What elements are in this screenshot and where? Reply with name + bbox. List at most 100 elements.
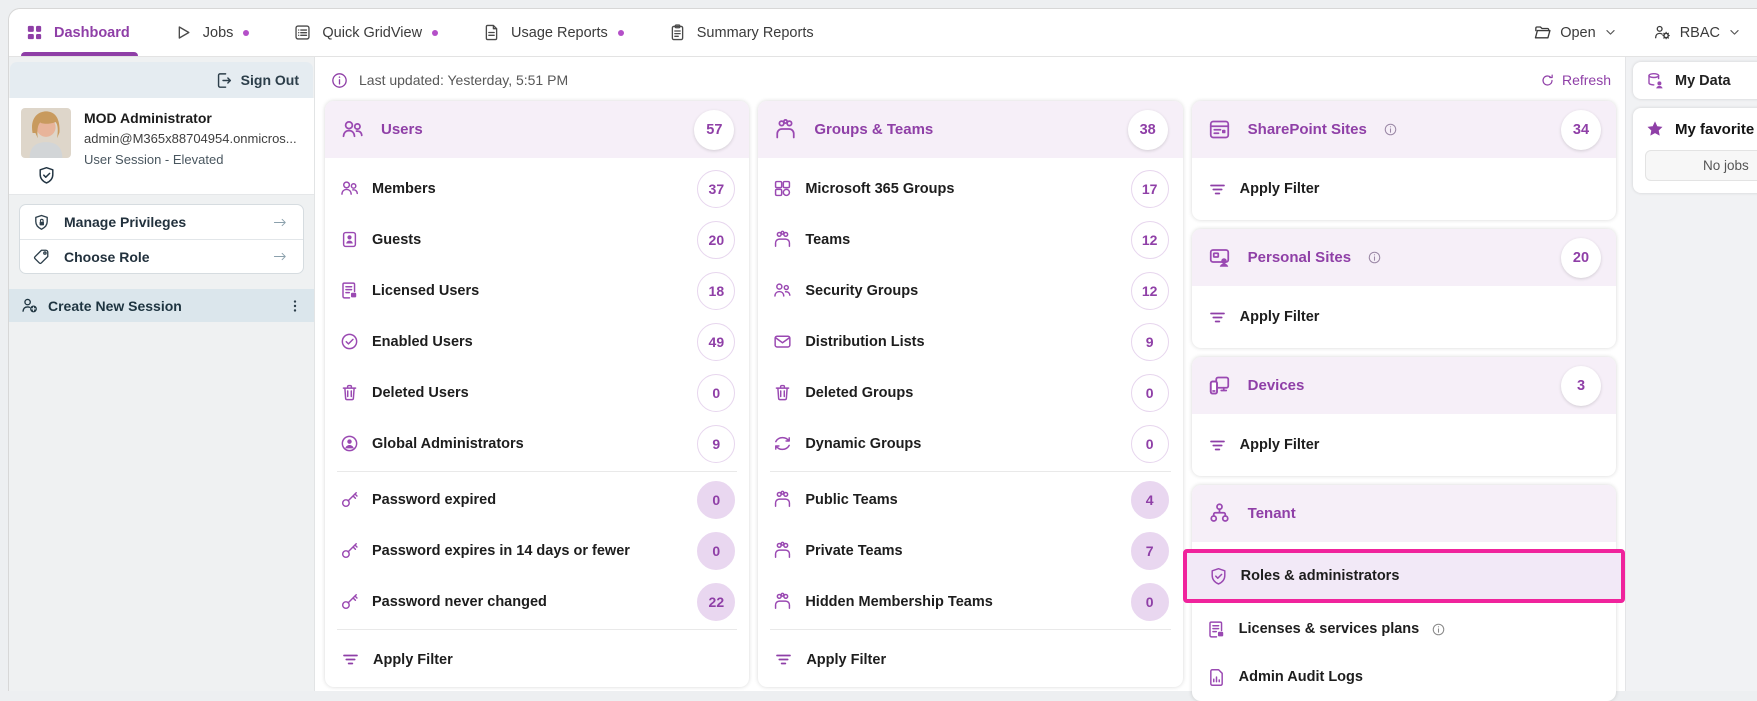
chevron-down-icon xyxy=(1604,26,1617,39)
metric-row-guests[interactable]: Guests 20 xyxy=(325,214,749,265)
metric-row-teams[interactable]: Teams 12 xyxy=(758,214,1182,265)
metric-count-badge: 22 xyxy=(697,583,735,621)
metric-label: Enabled Users xyxy=(372,334,473,350)
dashboard-main: Last updated: Yesterday, 5:51 PM Refresh… xyxy=(315,57,1625,691)
user-session-status: User Session - Elevated xyxy=(84,152,297,167)
groups-apply-filter-button[interactable]: Apply Filter xyxy=(758,632,1182,687)
metric-row-private-teams[interactable]: Private Teams 7 xyxy=(758,525,1182,576)
metric-row-password-never-changed[interactable]: Password never changed 22 xyxy=(325,576,749,627)
metric-row-deleted-groups[interactable]: Deleted Groups 0 xyxy=(758,367,1182,418)
user-name: MOD Administrator xyxy=(84,108,297,126)
license-icon xyxy=(1206,619,1227,640)
metric-count-badge: 7 xyxy=(1131,532,1169,570)
open-menu-button[interactable]: Open xyxy=(1533,23,1616,42)
metric-row-distribution-lists[interactable]: Distribution Lists 9 xyxy=(758,316,1182,367)
divider xyxy=(770,471,1170,472)
sharepoint-icon xyxy=(1207,117,1232,142)
metric-row-enabled-users[interactable]: Enabled Users 49 xyxy=(325,316,749,367)
app-window: Dashboard Jobs Quick GridView Usage Repo… xyxy=(8,8,1757,691)
filter-icon xyxy=(1207,179,1228,200)
metric-row-password-expired[interactable]: Password expired 0 xyxy=(325,474,749,525)
devices-card-header[interactable]: Devices 3 xyxy=(1192,357,1616,414)
tab-quick-gridview[interactable]: Quick GridView xyxy=(293,9,438,56)
tab-summary-reports[interactable]: Summary Reports xyxy=(668,9,814,56)
groups-card-header[interactable]: Groups & Teams 38 xyxy=(758,101,1182,158)
create-new-session-button[interactable]: Create New Session xyxy=(9,289,314,322)
sharepoint-card-header[interactable]: SharePoint Sites 34 xyxy=(1192,101,1616,158)
devices-card: Devices 3 Apply Filter xyxy=(1192,357,1616,476)
tenant-row-licenses-services-plans[interactable]: Licenses & services plans xyxy=(1192,605,1616,653)
manage-privileges-button[interactable]: Manage Privileges xyxy=(20,205,303,239)
jobs-panel: My Data My favorite Jobs No jobs xyxy=(1625,57,1757,691)
tenant-row-admin-audit-logs[interactable]: Admin Audit Logs xyxy=(1192,653,1616,701)
metric-label: Distribution Lists xyxy=(805,334,924,350)
sharepoint-sites-card: SharePoint Sites 34 Apply Filter xyxy=(1192,101,1616,220)
people-icon xyxy=(339,178,360,199)
sign-out-button[interactable]: Sign Out xyxy=(10,62,313,98)
metric-row-password-expires-soon[interactable]: Password expires in 14 days or fewer 0 xyxy=(325,525,749,576)
card-columns: Users 57 Members 37 Guests xyxy=(325,98,1616,691)
divider xyxy=(337,629,737,630)
users-rows: Members 37 Guests 20 Licensed Users xyxy=(325,158,749,687)
tab-usage-reports[interactable]: Usage Reports xyxy=(482,9,624,56)
card-title: Groups & Teams xyxy=(814,121,933,138)
metric-count-badge: 18 xyxy=(697,272,735,310)
personal-sites-card-header[interactable]: Personal Sites 20 xyxy=(1192,229,1616,286)
metric-label: Password expires in 14 days or fewer xyxy=(372,543,630,559)
metric-count-badge: 20 xyxy=(697,221,735,259)
play-icon xyxy=(174,23,193,42)
apply-filter-label: Apply Filter xyxy=(1240,309,1320,325)
metric-row-hidden-membership-teams[interactable]: Hidden Membership Teams 0 xyxy=(758,576,1182,627)
users-apply-filter-button[interactable]: Apply Filter xyxy=(325,632,749,687)
users-card-header[interactable]: Users 57 xyxy=(325,101,749,158)
tab-jobs[interactable]: Jobs xyxy=(174,9,250,56)
tenant-row-roles-administrators[interactable]: Roles & administrators xyxy=(1187,553,1621,599)
divider xyxy=(770,629,1170,630)
metric-label: Deleted Users xyxy=(372,385,469,401)
sharepoint-apply-filter-button[interactable]: Apply Filter xyxy=(1192,158,1616,220)
notification-dot xyxy=(432,30,438,36)
rbac-label: RBAC xyxy=(1680,25,1720,41)
rbac-menu-button[interactable]: RBAC xyxy=(1653,23,1741,42)
content-area: Sign Out MOD Administrator xyxy=(9,57,1757,691)
teams-icon xyxy=(772,591,793,612)
check-circle-icon xyxy=(339,331,360,352)
metric-label: Private Teams xyxy=(805,543,902,559)
key-icon xyxy=(339,591,360,612)
my-data-button[interactable]: My Data xyxy=(1633,62,1757,99)
info-icon xyxy=(1431,622,1446,637)
teams-icon xyxy=(772,489,793,510)
metric-count-badge: 49 xyxy=(697,323,735,361)
person-add-icon xyxy=(20,296,39,315)
metric-row-security-groups[interactable]: Security Groups 12 xyxy=(758,265,1182,316)
metric-row-m365-groups[interactable]: Microsoft 365 Groups 17 xyxy=(758,163,1182,214)
metric-row-global-administrators[interactable]: Global Administrators 9 xyxy=(325,418,749,469)
metric-row-deleted-users[interactable]: Deleted Users 0 xyxy=(325,367,749,418)
metric-label: Teams xyxy=(805,232,850,248)
favorite-jobs-label: My favorite Jobs xyxy=(1675,121,1757,138)
groups-card: Groups & Teams 38 Microsoft 365 Groups 1… xyxy=(758,101,1182,687)
count-badge: 34 xyxy=(1561,110,1601,150)
metric-label: Deleted Groups xyxy=(805,385,913,401)
metric-row-licensed-users[interactable]: Licensed Users 18 xyxy=(325,265,749,316)
key-icon xyxy=(339,540,360,561)
user-profile-card: MOD Administrator admin@M365x88704954.on… xyxy=(9,98,314,195)
tab-dashboard[interactable]: Dashboard xyxy=(25,9,130,56)
metric-label: Security Groups xyxy=(805,283,918,299)
info-icon xyxy=(1367,250,1382,265)
guest-icon xyxy=(339,229,360,250)
people-icon xyxy=(340,117,365,142)
admin-person-icon xyxy=(339,433,360,454)
trash-icon xyxy=(339,382,360,403)
metric-row-dynamic-groups[interactable]: Dynamic Groups 0 xyxy=(758,418,1182,469)
kebab-menu-icon[interactable] xyxy=(287,297,303,315)
favorite-jobs-title: My favorite Jobs xyxy=(1645,119,1757,139)
count-badge: 20 xyxy=(1561,238,1601,278)
refresh-button[interactable]: Refresh xyxy=(1540,72,1611,88)
choose-role-button[interactable]: Choose Role xyxy=(20,239,303,273)
personal-sites-apply-filter-button[interactable]: Apply Filter xyxy=(1192,286,1616,348)
metric-row-public-teams[interactable]: Public Teams 4 xyxy=(758,474,1182,525)
devices-apply-filter-button[interactable]: Apply Filter xyxy=(1192,414,1616,476)
metric-row-members[interactable]: Members 37 xyxy=(325,163,749,214)
filter-icon xyxy=(1207,435,1228,456)
